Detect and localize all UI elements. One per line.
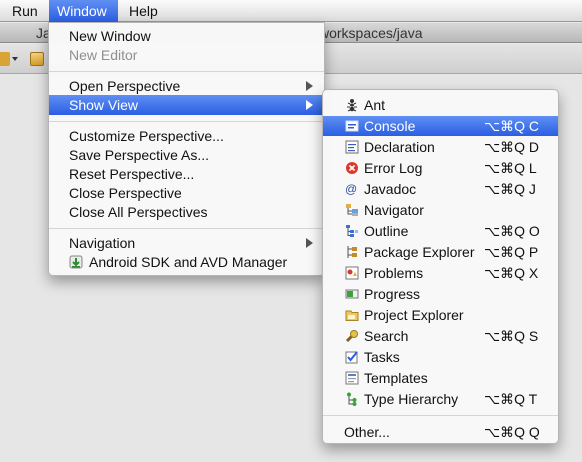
- menu-run[interactable]: Run: [4, 0, 46, 22]
- menu-item-new-window[interactable]: New Window: [49, 26, 324, 46]
- window-menu: New Window New Editor Open Perspective S…: [48, 22, 325, 276]
- menu-separator: [323, 415, 558, 416]
- shortcut-label: ⌥⌘Q X: [484, 265, 539, 281]
- search-icon: [345, 329, 359, 343]
- view-item-ant[interactable]: Ant: [323, 95, 558, 115]
- shortcut-label: ⌥⌘Q J: [484, 181, 536, 197]
- menu-item-label: Console: [364, 118, 416, 134]
- shortcut-label: ⌥⌘Q Q: [484, 424, 540, 440]
- menu-item-label: Show View: [69, 97, 139, 113]
- tasks-icon: [345, 350, 359, 364]
- toolbar-gear-icon[interactable]: [0, 52, 10, 66]
- outline-icon: [345, 224, 359, 238]
- view-item-progress[interactable]: Progress: [323, 284, 558, 304]
- view-item-tasks[interactable]: Tasks: [323, 347, 558, 367]
- javadoc-icon: @: [345, 182, 358, 196]
- shortcut-label: ⌥⌘Q L: [484, 160, 537, 176]
- menu-item-close-perspective[interactable]: Close Perspective: [49, 183, 324, 203]
- shortcut-label: ⌥⌘Q T: [484, 391, 538, 407]
- menu-item-label: Templates: [364, 370, 428, 386]
- menu-item-label: Close All Perspectives: [69, 204, 208, 220]
- toolbar-dropdown-icon[interactable]: [12, 57, 18, 61]
- menu-separator: [49, 71, 324, 72]
- view-item-console[interactable]: Console ⌥⌘Q C: [323, 116, 558, 136]
- view-item-project-explorer[interactable]: Project Explorer: [323, 305, 558, 325]
- menu-item-label: Search: [364, 328, 409, 344]
- view-item-outline[interactable]: Outline ⌥⌘Q O: [323, 221, 558, 241]
- package-explorer-icon: [345, 245, 359, 259]
- shortcut-label: ⌥⌘Q S: [484, 328, 539, 344]
- console-icon: [345, 119, 359, 133]
- menu-item-label: Package Explorer: [364, 244, 475, 260]
- menu-item-label: Progress: [364, 286, 421, 302]
- view-item-package-explorer[interactable]: Package Explorer ⌥⌘Q P: [323, 242, 558, 262]
- menu-item-reset-perspective[interactable]: Reset Perspective...: [49, 164, 324, 184]
- progress-icon: [345, 287, 359, 301]
- menu-item-label: Type Hierarchy: [364, 391, 459, 407]
- menu-item-label: Other...: [344, 424, 390, 440]
- menu-item-android-sdk-avd-manager[interactable]: Android SDK and AVD Manager: [49, 252, 324, 272]
- menu-item-label: Outline: [364, 223, 409, 239]
- view-item-other[interactable]: Other... ⌥⌘Q Q: [323, 422, 558, 442]
- view-item-type-hierarchy[interactable]: Type Hierarchy ⌥⌘Q T: [323, 389, 558, 409]
- view-item-error-log[interactable]: Error Log ⌥⌘Q L: [323, 158, 558, 178]
- menu-separator: [49, 228, 324, 229]
- submenu-arrow-icon: [306, 81, 313, 91]
- menu-item-label: Problems: [364, 265, 424, 281]
- show-view-submenu: Ant Console ⌥⌘Q C Declaration ⌥⌘Q D Erro…: [322, 89, 559, 444]
- problems-icon: [345, 266, 359, 280]
- menu-item-open-perspective[interactable]: Open Perspective: [49, 76, 324, 96]
- window-title-path: workspaces/java: [319, 25, 423, 41]
- submenu-arrow-icon: [306, 100, 313, 110]
- menu-item-customize-perspective[interactable]: Customize Perspective...: [49, 126, 324, 146]
- menu-item-label: Project Explorer: [364, 307, 464, 323]
- templates-icon: [345, 371, 359, 385]
- menu-item-label: Navigator: [364, 202, 424, 218]
- menu-item-label: New Editor: [69, 47, 138, 63]
- menu-item-show-view[interactable]: Show View: [49, 95, 324, 115]
- shortcut-label: ⌥⌘Q D: [484, 139, 540, 155]
- project-explorer-icon: [345, 308, 359, 322]
- navigator-icon: [345, 203, 359, 217]
- menu-item-label: New Window: [69, 28, 151, 44]
- menu-item-label: Javadoc: [364, 181, 417, 197]
- menu-item-label: Ant: [364, 97, 386, 113]
- ant-icon: [345, 98, 359, 112]
- error-log-icon: [345, 161, 359, 175]
- menu-item-save-perspective-as[interactable]: Save Perspective As...: [49, 145, 324, 165]
- view-item-problems[interactable]: Problems ⌥⌘Q X: [323, 263, 558, 283]
- view-item-navigator[interactable]: Navigator: [323, 200, 558, 220]
- menu-item-navigation[interactable]: Navigation: [49, 233, 324, 253]
- view-item-templates[interactable]: Templates: [323, 368, 558, 388]
- view-item-declaration[interactable]: Declaration ⌥⌘Q D: [323, 137, 558, 157]
- menu-item-label: Reset Perspective...: [69, 166, 195, 182]
- shortcut-label: ⌥⌘Q O: [484, 223, 540, 239]
- menu-window[interactable]: Window: [49, 0, 118, 22]
- view-item-search[interactable]: Search ⌥⌘Q S: [323, 326, 558, 346]
- menu-item-label: Tasks: [364, 349, 400, 365]
- submenu-arrow-icon: [306, 238, 313, 248]
- menu-item-new-editor: New Editor: [49, 45, 324, 65]
- menu-item-label: Open Perspective: [69, 78, 181, 94]
- menu-item-label: Customize Perspective...: [69, 128, 224, 144]
- menu-bar: Run Window Help: [0, 0, 582, 22]
- type-hierarchy-icon: [345, 392, 359, 406]
- menu-item-label: Save Perspective As...: [69, 147, 210, 163]
- menu-item-label: Close Perspective: [69, 185, 182, 201]
- open-folder-icon[interactable]: [30, 52, 44, 66]
- menu-item-label: Navigation: [69, 235, 136, 251]
- declaration-icon: [345, 140, 359, 154]
- shortcut-label: ⌥⌘Q C: [484, 118, 540, 134]
- menu-separator: [49, 121, 324, 122]
- menu-item-label: Declaration: [364, 139, 435, 155]
- view-item-javadoc[interactable]: @ Javadoc ⌥⌘Q J: [323, 179, 558, 199]
- android-sdk-icon: [69, 255, 83, 269]
- menu-item-label: Android SDK and AVD Manager: [89, 254, 288, 270]
- menu-item-close-all-perspectives[interactable]: Close All Perspectives: [49, 202, 324, 222]
- menu-help[interactable]: Help: [121, 0, 166, 22]
- menu-item-label: Error Log: [364, 160, 423, 176]
- shortcut-label: ⌥⌘Q P: [484, 244, 539, 260]
